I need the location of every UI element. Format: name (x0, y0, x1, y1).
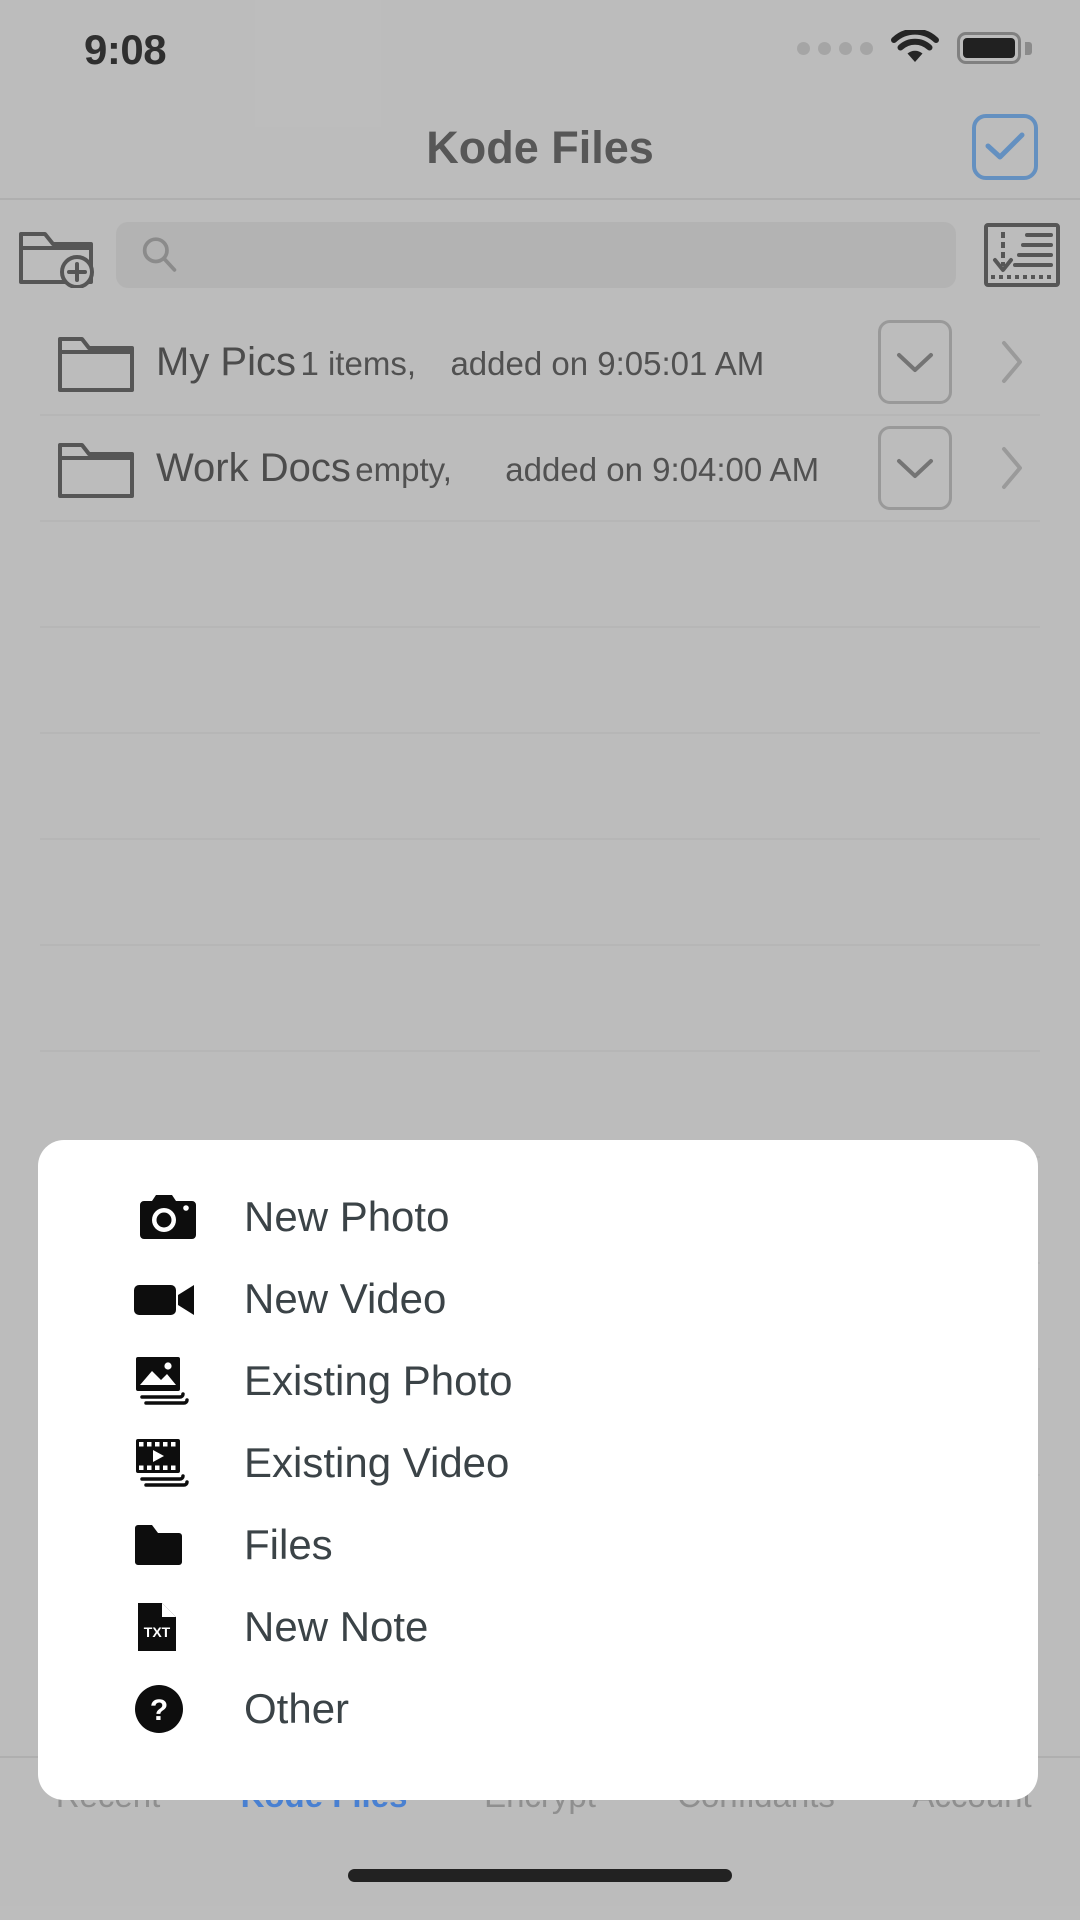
action-label: Existing Photo (244, 1357, 513, 1404)
folder-filled-icon (132, 1520, 218, 1570)
question-circle-icon: ? (132, 1681, 218, 1737)
action-new-photo[interactable]: New Photo (38, 1176, 1038, 1258)
action-existing-video[interactable]: Existing Video (38, 1422, 1038, 1504)
svg-text:TXT: TXT (144, 1624, 171, 1640)
add-item-action-sheet: New Photo New Video Existing Photo Exist… (38, 1140, 1038, 1800)
txt-document-icon: TXT (132, 1599, 218, 1655)
photo-stack-icon (132, 1353, 218, 1409)
action-label: New Video (244, 1275, 447, 1322)
action-label: Other (244, 1685, 350, 1732)
svg-text:?: ? (150, 1694, 168, 1727)
video-camera-icon (132, 1273, 218, 1325)
action-label: New Note (244, 1603, 429, 1650)
camera-icon (132, 1191, 218, 1243)
phone-screen: 9:08 Kode Files My Pics 1 items, added o… (0, 0, 1080, 1920)
action-files[interactable]: Files (38, 1504, 1038, 1586)
action-other[interactable]: ? Other (38, 1668, 1038, 1750)
action-label: Files (244, 1521, 333, 1568)
action-new-video[interactable]: New Video (38, 1258, 1038, 1340)
action-existing-photo[interactable]: Existing Photo (38, 1340, 1038, 1422)
action-label: New Photo (244, 1193, 450, 1240)
action-label: Existing Video (244, 1439, 510, 1486)
action-new-note[interactable]: TXT New Note (38, 1586, 1038, 1668)
film-stack-icon (132, 1435, 218, 1491)
